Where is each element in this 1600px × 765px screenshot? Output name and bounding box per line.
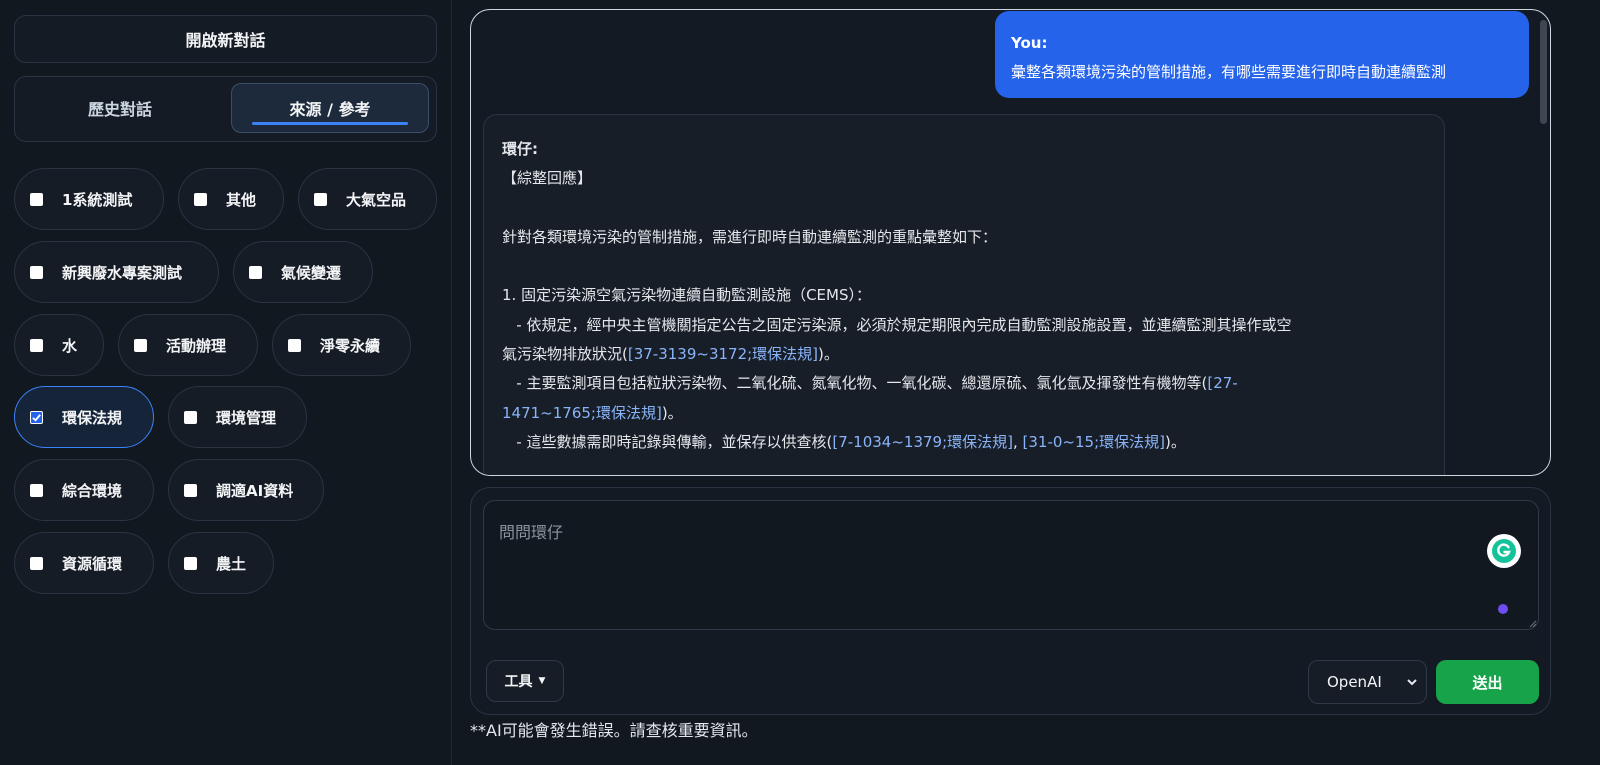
filter-chip-system-test[interactable]: 1系統測試 bbox=[14, 168, 164, 230]
response-bullet-2: - 主要監測項目包括粒狀污染物、二氧化硫、氮氧化物、一氧化碳、總還原硫、氯化氫及… bbox=[502, 369, 1426, 398]
checkbox[interactable] bbox=[30, 556, 43, 570]
filter-chip-agri-soil[interactable]: 農土 bbox=[168, 532, 274, 594]
tab-history-label: 歷史對話 bbox=[87, 100, 152, 119]
user-sender-label: You: bbox=[1011, 34, 1048, 52]
bullet-text: )。 bbox=[661, 403, 683, 422]
status-dot-icon bbox=[1498, 604, 1508, 614]
tab-sources-label: 來源 / 參考 bbox=[289, 100, 371, 119]
checkbox[interactable] bbox=[194, 192, 207, 206]
filter-chip-adaptation-ai[interactable]: 調適AI資料 bbox=[168, 459, 324, 521]
filter-label: 水 bbox=[62, 336, 78, 355]
citation-link[interactable]: 1471~1765;環保法規] bbox=[502, 404, 662, 422]
checkbox-checked[interactable] bbox=[30, 410, 43, 424]
checkbox[interactable] bbox=[30, 192, 43, 206]
filter-chip-resource-recycling[interactable]: 資源循環 bbox=[14, 532, 154, 594]
bullet-text: , bbox=[1012, 432, 1023, 451]
response-heading: 【綜整回應】 bbox=[502, 169, 593, 188]
filter-chip-wastewater-test[interactable]: 新興廢水專案測試 bbox=[14, 241, 219, 303]
filter-chip-other[interactable]: 其他 bbox=[178, 168, 284, 230]
response-bullet-1: - 依規定，經中央主管機關指定公告之固定污染源，必須於規定期限內完成自動監測設施… bbox=[502, 311, 1426, 340]
ai-disclaimer: **AI可能會發生錯誤。請查核重要資訊。 bbox=[470, 721, 758, 740]
grammarly-icon[interactable] bbox=[1487, 534, 1521, 568]
grammarly-g-icon bbox=[1492, 539, 1516, 563]
bullet-text: )。 bbox=[818, 345, 839, 364]
filter-chip-water[interactable]: 水 bbox=[14, 314, 104, 376]
checkbox[interactable] bbox=[184, 556, 197, 570]
checkbox[interactable] bbox=[30, 483, 43, 497]
filter-label: 調適AI資料 bbox=[216, 481, 294, 500]
filter-label: 資源循環 bbox=[62, 554, 123, 573]
user-message: You: 彙整各類環境污染的管制措施，有哪些需要進行即時自動連續監測 bbox=[995, 11, 1529, 98]
filter-chip-air-quality[interactable]: 大氣空品 bbox=[298, 168, 437, 230]
active-tab-indicator bbox=[252, 122, 408, 125]
filter-label: 1系統測試 bbox=[62, 190, 133, 209]
bullet-text: - 依規定，經中央主管機關指定公告之固定污染源，必須於規定期限內完成自動監測設施… bbox=[502, 315, 1292, 334]
bullet-text: 氣污染物排放狀況( bbox=[502, 345, 628, 364]
bullet-text: - 主要監測項目包括粒狀污染物、二氧化硫、氮氧化物、一氧化碳、總還原硫、氯化氫及… bbox=[502, 374, 1208, 393]
citation-link[interactable]: [31-0~15;環保法規] bbox=[1023, 433, 1165, 451]
new-chat-button[interactable]: 開啟新對話 bbox=[14, 15, 437, 63]
checkmark-icon bbox=[32, 413, 41, 422]
send-label: 送出 bbox=[1472, 673, 1503, 692]
chat-history-panel[interactable]: You: 彙整各類環境污染的管制措施，有哪些需要進行即時自動連續監測 環仔: 【… bbox=[470, 9, 1551, 476]
filter-chip-climate-change[interactable]: 氣候變遷 bbox=[233, 241, 373, 303]
filter-label: 新興廢水專案測試 bbox=[62, 263, 183, 282]
response-bullet-2-cont: 1471~1765;環保法規])。 bbox=[502, 399, 1426, 428]
filter-label: 活動辦理 bbox=[166, 336, 227, 355]
filter-chip-events[interactable]: 活動辦理 bbox=[118, 314, 258, 376]
model-select-value: OpenAI bbox=[1327, 673, 1382, 691]
filter-chip-integrated-env[interactable]: 綜合環境 bbox=[14, 459, 154, 521]
filter-label: 氣候變遷 bbox=[281, 263, 342, 282]
tab-history[interactable]: 歷史對話 bbox=[21, 83, 219, 133]
filter-label: 環境管理 bbox=[216, 408, 277, 427]
model-select[interactable]: OpenAI bbox=[1308, 660, 1427, 704]
checkbox[interactable] bbox=[249, 265, 262, 279]
checkbox[interactable] bbox=[288, 338, 301, 352]
citation-link[interactable]: [7-1034~1379;環保法規] bbox=[832, 433, 1013, 451]
filter-label: 其他 bbox=[226, 190, 257, 209]
tools-label: 工具 bbox=[504, 674, 533, 690]
resize-grip-icon[interactable] bbox=[1529, 620, 1537, 628]
filter-chip-env-management[interactable]: 環境管理 bbox=[168, 386, 307, 448]
tools-button[interactable]: 工具 ▼ bbox=[486, 660, 564, 702]
filter-label: 環保法規 bbox=[62, 408, 123, 427]
send-button[interactable]: 送出 bbox=[1436, 660, 1539, 704]
chat-scrollbar[interactable] bbox=[1540, 20, 1547, 124]
checkbox[interactable] bbox=[314, 192, 327, 206]
citation-link[interactable]: [27- bbox=[1207, 374, 1237, 392]
bullet-text: )。 bbox=[1165, 432, 1186, 451]
caret-down-icon: ▼ bbox=[538, 676, 546, 686]
checkbox[interactable] bbox=[30, 265, 43, 279]
response-bullet-1-cont: 氣污染物排放狀況([37-3139~3172;環保法規])。 bbox=[502, 340, 1426, 369]
checkbox[interactable] bbox=[134, 338, 147, 352]
filter-chip-net-zero[interactable]: 淨零永續 bbox=[272, 314, 411, 376]
checkbox[interactable] bbox=[184, 483, 197, 497]
sidebar-tabs: 歷史對話 來源 / 參考 bbox=[14, 76, 437, 142]
response-intro: 針對各類環境污染的管制措施，需進行即時自動連續監測的重點彙整如下： bbox=[502, 227, 998, 246]
filter-chip-env-regulations[interactable]: 環保法規 bbox=[14, 386, 154, 448]
checkbox[interactable] bbox=[30, 338, 43, 352]
filter-label: 農土 bbox=[216, 554, 247, 573]
citation-link[interactable]: [37-3139~3172;環保法規] bbox=[628, 345, 818, 363]
filter-label: 綜合環境 bbox=[62, 481, 123, 500]
tab-sources[interactable]: 來源 / 參考 bbox=[231, 83, 429, 133]
filter-label: 大氣空品 bbox=[346, 190, 407, 209]
response-bullet-3: - 這些數據需即時記錄與傳輸，並保存以供查核([7-1034~1379;環保法規… bbox=[502, 428, 1426, 457]
response-section-title: 1. 固定污染源空氣污染物連續自動監測設施（CEMS）： bbox=[502, 286, 871, 305]
user-message-text: 彙整各類環境污染的管制措施，有哪些需要進行即時自動連續監測 bbox=[1011, 63, 1447, 81]
bullet-text: - 這些數據需即時記錄與傳輸，並保存以供查核( bbox=[502, 432, 833, 451]
sidebar: 開啟新對話 歷史對話 來源 / 參考 1系統測試 其他 大氣空品 新興廢水專案測… bbox=[0, 0, 452, 765]
chevron-down-icon bbox=[1407, 679, 1417, 686]
assistant-message: 環仔: 【綜整回應】 針對各類環境污染的管制措施，需進行即時自動連續監測的重點彙… bbox=[483, 114, 1445, 475]
filter-label: 淨零永續 bbox=[320, 336, 381, 355]
message-input[interactable] bbox=[483, 500, 1539, 630]
checkbox[interactable] bbox=[184, 410, 197, 424]
composer: 工具 ▼ OpenAI 送出 bbox=[470, 487, 1551, 715]
assistant-sender-label: 環仔: bbox=[502, 140, 538, 158]
